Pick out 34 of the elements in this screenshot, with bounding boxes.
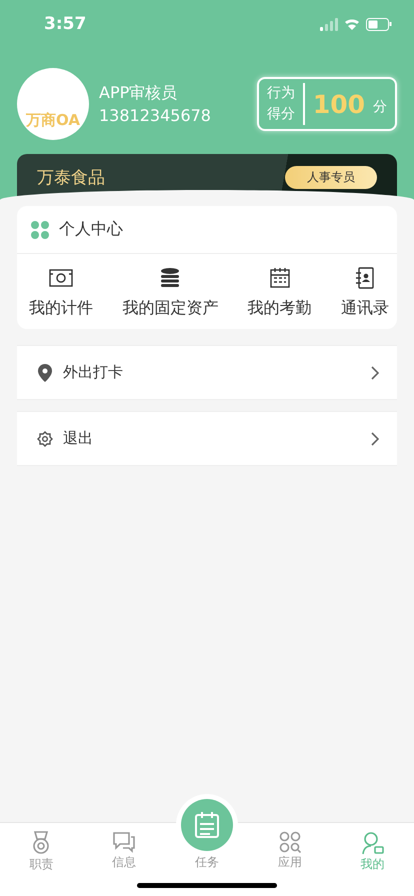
- medal-icon: [31, 831, 52, 855]
- chevron-right-icon: [371, 432, 379, 446]
- clipboard-icon: [194, 811, 220, 839]
- gear-icon: [37, 430, 53, 446]
- role-tag: 人事专员: [285, 166, 377, 189]
- shortcut-button[interactable]: 我的固定资产: [122, 266, 218, 319]
- company-name: 万泰食品: [37, 167, 105, 189]
- score-unit: 分: [373, 98, 387, 116]
- section-title: 个人中心: [59, 219, 123, 240]
- company-logo: 万商OA: [17, 68, 89, 140]
- wifi-icon: [344, 18, 360, 30]
- chevron-right-icon: [371, 366, 379, 380]
- coin-stack-icon: [159, 267, 182, 289]
- score-value: 100: [312, 90, 365, 118]
- clover-icon: [31, 220, 49, 238]
- user-phone: 13812345678: [99, 106, 212, 125]
- shortcut-button[interactable]: 我的考勤: [248, 266, 312, 319]
- shortcut-button[interactable]: 通讯录: [340, 266, 389, 319]
- score-label: 得分: [266, 105, 295, 124]
- battery-icon: [366, 18, 392, 30]
- score-label: 行为: [266, 84, 295, 103]
- user-card-icon: [360, 831, 385, 855]
- calendar-icon: [268, 267, 291, 289]
- menu-row[interactable]: 外出打卡: [17, 345, 397, 400]
- shortcut-button[interactable]: 我的计件: [29, 266, 93, 319]
- chat-bubbles-icon: [112, 831, 136, 853]
- status-time: 3:57: [44, 14, 86, 34]
- menu-row[interactable]: 退出: [17, 411, 397, 466]
- user-name: APP审核员: [99, 83, 178, 104]
- location-pin-icon: [38, 364, 52, 382]
- signal-icon: [320, 18, 338, 30]
- certificate-icon: [49, 268, 73, 288]
- apps-grid-icon: [278, 831, 301, 853]
- address-book-icon: [354, 267, 375, 289]
